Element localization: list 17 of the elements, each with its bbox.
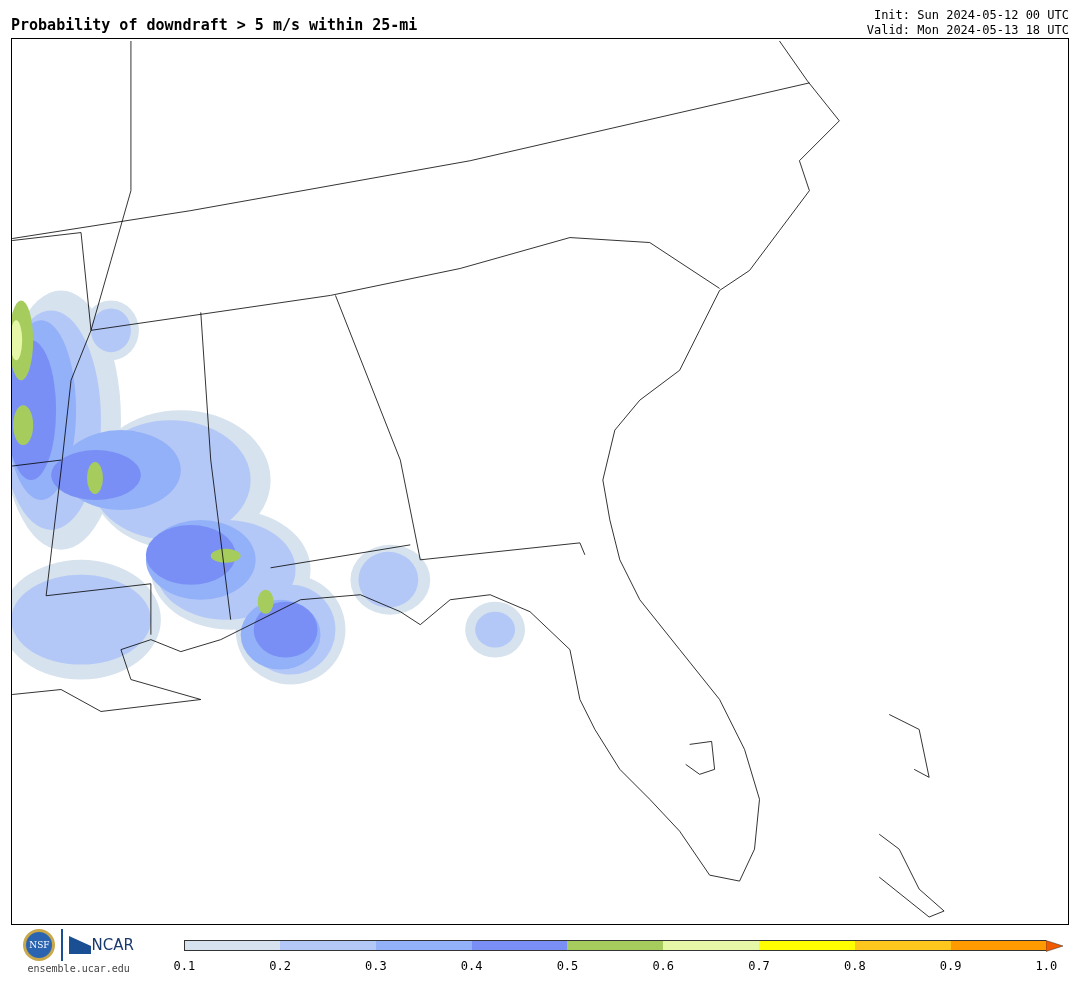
colorbar-tick-label: 0.2 <box>269 959 291 973</box>
colorbar-tick-label: 0.3 <box>365 959 387 973</box>
colorbar-tick-label: 0.4 <box>460 959 483 973</box>
valid-time: Valid: Mon 2024-05-13 18 UTC <box>866 23 1069 38</box>
colorbar-tick-label: 0.8 <box>843 959 866 973</box>
colorbar-tick-label: 0.7 <box>748 959 770 973</box>
colorbar-tick-label: 0.1 <box>173 959 196 973</box>
init-time: Init: Sun 2024-05-12 00 UTC <box>873 8 1069 23</box>
colorbar-tick-label: 1.0 <box>1035 959 1058 973</box>
org-logo-text: NCAR <box>91 936 134 954</box>
colorbar-tick-label: 0.9 <box>939 959 962 973</box>
colorbar-tick-label: 0.6 <box>652 959 675 973</box>
colorbar-tick-label: 0.5 <box>556 959 579 973</box>
swoosh-icon <box>69 936 92 954</box>
chart-title: Probability of downdraft > 5 m/s within 25-mi <box>11 16 418 36</box>
site-url: ensemble.ucar.edu <box>27 963 130 974</box>
seal-logo: NSF <box>23 929 56 961</box>
